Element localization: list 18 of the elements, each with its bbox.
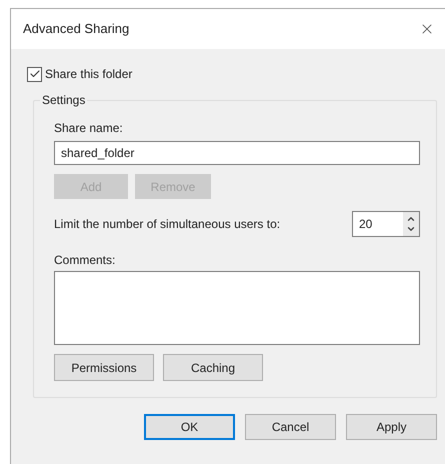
checkmark-icon xyxy=(28,68,40,80)
spin-arrows[interactable] xyxy=(403,212,419,236)
checkbox[interactable] xyxy=(27,66,42,82)
dialog-button[interactable]: OK xyxy=(144,414,235,440)
spin-value: 20 xyxy=(358,216,374,233)
push-button[interactable]: Caching xyxy=(163,354,263,381)
share-name-field[interactable]: shared_folder xyxy=(54,141,420,165)
field-label: Comments: xyxy=(54,252,116,269)
group-title: Settings xyxy=(41,92,86,109)
window-title: Advanced Sharing xyxy=(23,20,130,38)
spin-box[interactable]: 20 xyxy=(352,211,420,237)
dialog-button[interactable]: Cancel xyxy=(245,414,336,440)
comments-field[interactable] xyxy=(54,271,420,345)
field-label: Limit the number of simultaneous users to: xyxy=(54,216,280,233)
dialog-button[interactable]: Apply xyxy=(346,414,437,440)
field-label: Share name: xyxy=(54,120,124,137)
push-button[interactable]: Permissions xyxy=(54,354,154,381)
checkbox-label: Share this folder xyxy=(45,66,132,83)
